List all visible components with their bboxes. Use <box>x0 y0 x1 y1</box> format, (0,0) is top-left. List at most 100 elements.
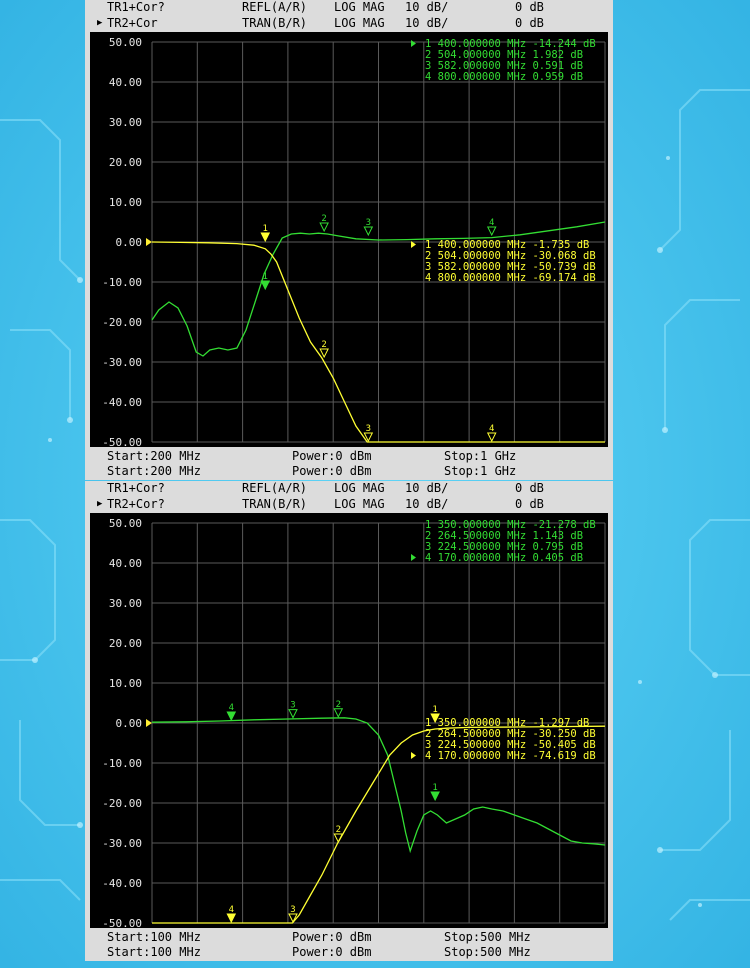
y-tick-label: 10.00 <box>109 677 142 690</box>
stop-frequency: Stop:500 MHz <box>444 930 531 944</box>
marker-triangle-icon <box>319 348 329 359</box>
marker-number: 4 <box>229 703 234 713</box>
marker-triangle-icon <box>486 226 497 237</box>
y-tick-label: 30.00 <box>109 597 142 610</box>
source-power: Power:0 dBm <box>292 945 372 959</box>
y-tick-label: -30.00 <box>102 837 142 850</box>
y-tick-label: -10.00 <box>102 276 142 289</box>
analyzer-panel-2: TR1+Cor? REFL(A/R) LOG MAG 10 dB/ 0 dB ▶… <box>85 481 613 961</box>
trace-1-scale: 10 dB/ <box>405 481 449 495</box>
y-tick-label: -10.00 <box>102 757 142 770</box>
y-tick-label: 50.00 <box>109 517 142 530</box>
y-tick-label: -20.00 <box>102 316 142 329</box>
trace-1-label: TR1+Cor? <box>107 0 165 14</box>
marker-number: 1 <box>432 705 437 715</box>
active-marker-arrow-icon <box>411 752 416 759</box>
marker-readout: 4 800.000000 MHz 0.959 dB <box>425 71 583 83</box>
trace-2-reference: 0 dB <box>515 497 544 511</box>
trace-1-label: TR1+Cor? <box>107 481 165 495</box>
trace-2-label: TR2+Cor <box>107 16 158 30</box>
marker-number: 3 <box>366 218 371 228</box>
s-parameter-chart-2: 50.00 40.00 30.00 20.00 10.00 0.00 -10.00 -20.0… <box>102 517 606 930</box>
marker-triangle-icon <box>319 222 329 233</box>
stop-frequency: Stop:500 MHz <box>444 945 531 959</box>
trace-1-measurement: REFL(A/R) <box>242 0 308 14</box>
y-tick-label: -40.00 <box>102 877 142 890</box>
trace-1-measurement: REFL(A/R) <box>242 481 308 495</box>
trace-2-scale: 10 dB/ <box>405 16 449 30</box>
marker-triangle-icon <box>226 711 237 722</box>
active-trace-arrow-icon: ▶ <box>97 18 103 28</box>
stop-frequency: Stop:1 GHz <box>444 464 517 478</box>
sweep-settings-row-2: Start:200 MHz Power:0 dBm Stop:1 GHz <box>85 464 613 479</box>
y-tick-label: -50.00 <box>102 917 142 928</box>
marker-number: 1 <box>432 783 437 793</box>
plot-screen-2: 50.00 40.00 30.00 20.00 10.00 0.00 -10.00 -20.0… <box>90 513 608 930</box>
trace-2-measurement: TRAN(B/R) <box>242 16 308 30</box>
marker-triangle-icon <box>288 709 298 719</box>
marker-number: 2 <box>336 825 341 835</box>
marker-number: 3 <box>290 701 295 711</box>
marker-readout: 4 170.000000 MHz -74.619 dB <box>425 750 596 762</box>
marker-number: 2 <box>321 214 326 224</box>
start-frequency: Start:200 MHz <box>107 464 201 478</box>
y-tick-label: 0.00 <box>116 717 143 730</box>
analyzer-panel-1: TR1+Cor? REFL(A/R) LOG MAG 10 dB/ 0 dB ▶… <box>85 0 613 480</box>
marker-readout: 4 800.000000 MHz -69.174 dB <box>425 272 596 284</box>
marker-triangle-icon <box>288 913 298 924</box>
marker-readout: 4 170.000000 MHz 0.405 dB <box>425 552 583 564</box>
trace-2-header: ▶ TR2+Cor TRAN(B/R) LOG MAG 10 dB/ 0 dB <box>85 16 613 31</box>
trace-1-scale: 10 dB/ <box>405 0 449 14</box>
marker-number: 4 <box>489 424 494 434</box>
active-trace-arrow-icon: ▶ <box>97 499 103 509</box>
start-frequency: Start:100 MHz <box>107 945 201 959</box>
marker-triangle-icon <box>260 280 271 291</box>
sweep-settings-row-2: Start:100 MHz Power:0 dBm Stop:500 MHz <box>85 945 613 960</box>
marker-number: 1 <box>263 224 268 234</box>
y-tick-label: 40.00 <box>109 76 142 89</box>
trace-2-label: TR2+Cor? <box>107 497 165 511</box>
y-tick-label: 40.00 <box>109 557 142 570</box>
stop-frequency: Stop:1 GHz <box>444 449 517 463</box>
y-tick-label: 20.00 <box>109 637 142 650</box>
y-tick-label: -20.00 <box>102 797 142 810</box>
trace-1-reference: 0 dB <box>515 481 544 495</box>
marker-number: 2 <box>321 340 326 350</box>
marker-number: 2 <box>336 700 341 710</box>
trace-1-format: LOG MAG <box>334 0 385 14</box>
marker-number: 1 <box>263 272 268 282</box>
trace-2-header: ▶ TR2+Cor? TRAN(B/R) LOG MAG 10 dB/ 0 dB <box>85 497 613 512</box>
active-marker-arrow-icon <box>411 40 416 47</box>
s-parameter-chart-1: 50.00 40.00 30.00 20.00 10.00 0.00 -10.00 -20.0… <box>102 36 606 449</box>
y-tick-label: 30.00 <box>109 116 142 129</box>
trace-1-header: TR1+Cor? REFL(A/R) LOG MAG 10 dB/ 0 dB <box>85 0 613 15</box>
trace-1-reference: 0 dB <box>515 0 544 14</box>
trace-2-scale: 10 dB/ <box>405 497 449 511</box>
sweep-settings-row-1: Start:200 MHz Power:0 dBm Stop:1 GHz <box>85 449 613 464</box>
source-power: Power:0 dBm <box>292 449 372 463</box>
trace-1-header: TR1+Cor? REFL(A/R) LOG MAG 10 dB/ 0 dB <box>85 481 613 496</box>
trace-2-format: LOG MAG <box>334 16 385 30</box>
source-power: Power:0 dBm <box>292 930 372 944</box>
reference-level-marker <box>146 719 152 727</box>
trace-2-format: LOG MAG <box>334 497 385 511</box>
y-tick-label: 0.00 <box>116 236 143 249</box>
marker-triangle-icon <box>333 708 344 718</box>
reference-level-marker <box>146 238 152 246</box>
marker-number: 4 <box>489 218 494 228</box>
start-frequency: Start:200 MHz <box>107 449 201 463</box>
trace-2-reference: 0 dB <box>515 16 544 30</box>
marker-number: 4 <box>229 905 234 915</box>
y-tick-label: -50.00 <box>102 436 142 447</box>
marker-triangle-icon <box>486 432 497 443</box>
marker-triangle-icon <box>226 913 237 924</box>
source-power: Power:0 dBm <box>292 464 372 478</box>
plot-screen-1: 50.00 40.00 30.00 20.00 10.00 0.00 -10.00 -20.0… <box>90 32 608 449</box>
y-tick-label: 10.00 <box>109 196 142 209</box>
active-marker-arrow-icon <box>411 554 416 561</box>
marker-triangle-icon <box>260 232 271 243</box>
trace-1-format: LOG MAG <box>334 481 385 495</box>
marker-triangle-icon <box>430 791 440 802</box>
y-tick-label: -30.00 <box>102 356 142 369</box>
marker-triangle-icon <box>363 226 374 237</box>
